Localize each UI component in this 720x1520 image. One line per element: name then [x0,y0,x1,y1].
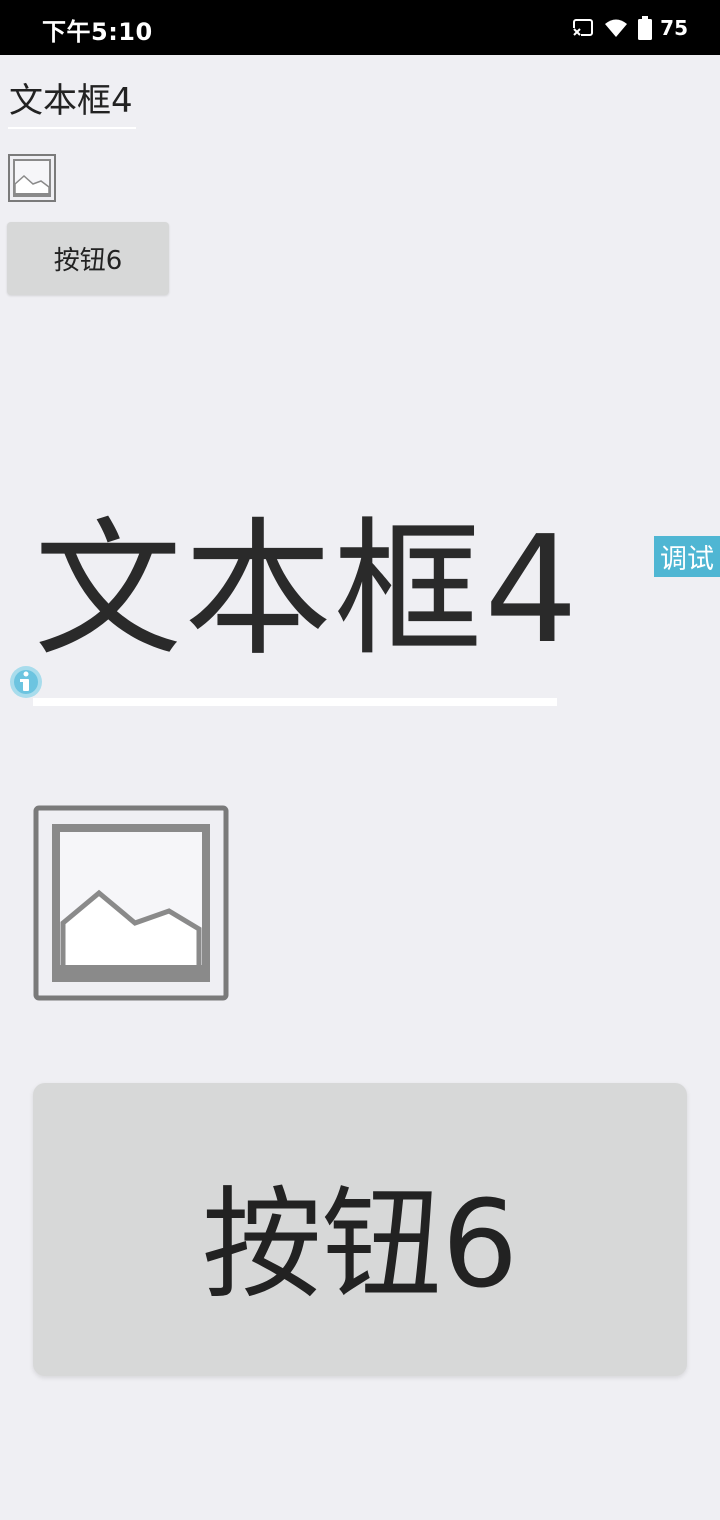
small-image-placeholder-icon [8,154,56,202]
small-text-field-underline [8,127,136,129]
battery-level: 75 [660,16,688,40]
debug-tag[interactable]: 调试 [654,536,720,577]
status-bar: 下午5:10 75 [0,0,720,55]
cast-icon [572,18,594,38]
app-screen: 下午5:10 75 文本框4 按钮6 调试 文本框4 按钮6 [0,0,720,1520]
status-icons: 75 [572,14,688,42]
large-button[interactable]: 按钮6 [33,1083,687,1376]
status-time: 下午5:10 [42,18,153,46]
large-text-field[interactable]: 文本框4 [34,500,580,680]
large-text-field-underline [33,698,557,706]
small-button[interactable]: 按钮6 [7,222,169,295]
large-image-placeholder-icon [33,805,229,1001]
small-text-field[interactable]: 文本框4 [9,78,133,124]
wifi-icon [604,18,628,38]
battery-icon [638,16,653,40]
